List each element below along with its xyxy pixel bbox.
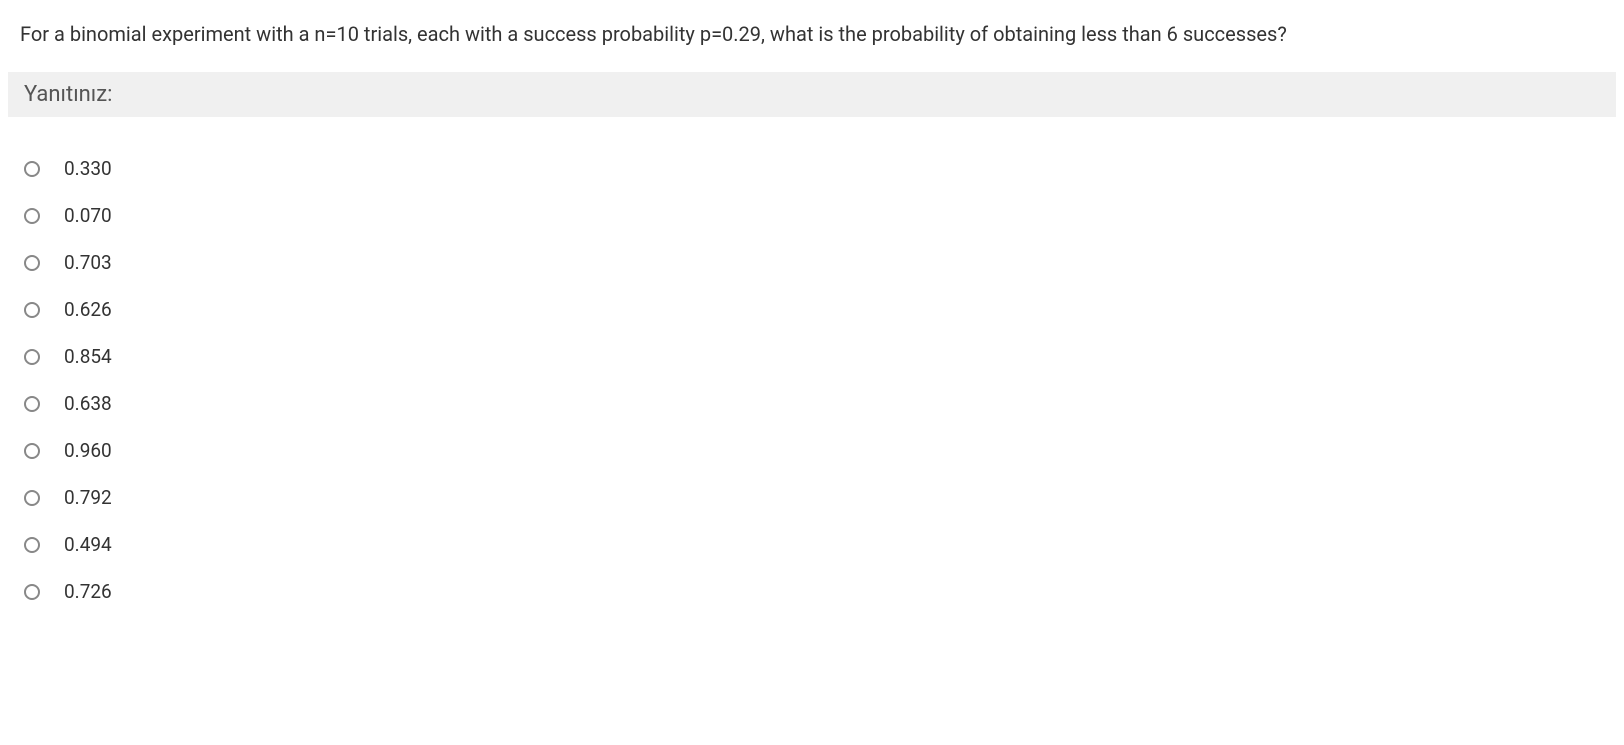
option-row[interactable]: 0.854	[24, 333, 1604, 380]
radio-icon[interactable]	[24, 161, 40, 177]
option-label: 0.626	[64, 298, 112, 321]
option-row[interactable]: 0.070	[24, 192, 1604, 239]
option-label: 0.960	[64, 439, 112, 462]
option-row[interactable]: 0.703	[24, 239, 1604, 286]
option-label: 0.638	[64, 392, 112, 415]
option-row[interactable]: 0.960	[24, 427, 1604, 474]
option-row[interactable]: 0.792	[24, 474, 1604, 521]
radio-icon[interactable]	[24, 584, 40, 600]
radio-icon[interactable]	[24, 537, 40, 553]
radio-icon[interactable]	[24, 396, 40, 412]
options-container: 0.330 0.070 0.703 0.626 0.854 0.638 0.96…	[0, 117, 1624, 625]
option-label: 0.494	[64, 533, 112, 556]
radio-icon[interactable]	[24, 443, 40, 459]
option-row[interactable]: 0.638	[24, 380, 1604, 427]
question-text: For a binomial experiment with a n=10 tr…	[0, 0, 1624, 72]
option-label: 0.070	[64, 204, 112, 227]
option-label: 0.703	[64, 251, 112, 274]
option-label: 0.792	[64, 486, 112, 509]
option-row[interactable]: 0.726	[24, 568, 1604, 615]
option-row[interactable]: 0.330	[24, 145, 1604, 192]
radio-icon[interactable]	[24, 208, 40, 224]
option-label: 0.854	[64, 345, 112, 368]
option-label: 0.726	[64, 580, 112, 603]
option-label: 0.330	[64, 157, 112, 180]
radio-icon[interactable]	[24, 302, 40, 318]
option-row[interactable]: 0.494	[24, 521, 1604, 568]
radio-icon[interactable]	[24, 490, 40, 506]
answer-section-label: Yanıtınız:	[8, 72, 1616, 117]
radio-icon[interactable]	[24, 349, 40, 365]
radio-icon[interactable]	[24, 255, 40, 271]
option-row[interactable]: 0.626	[24, 286, 1604, 333]
